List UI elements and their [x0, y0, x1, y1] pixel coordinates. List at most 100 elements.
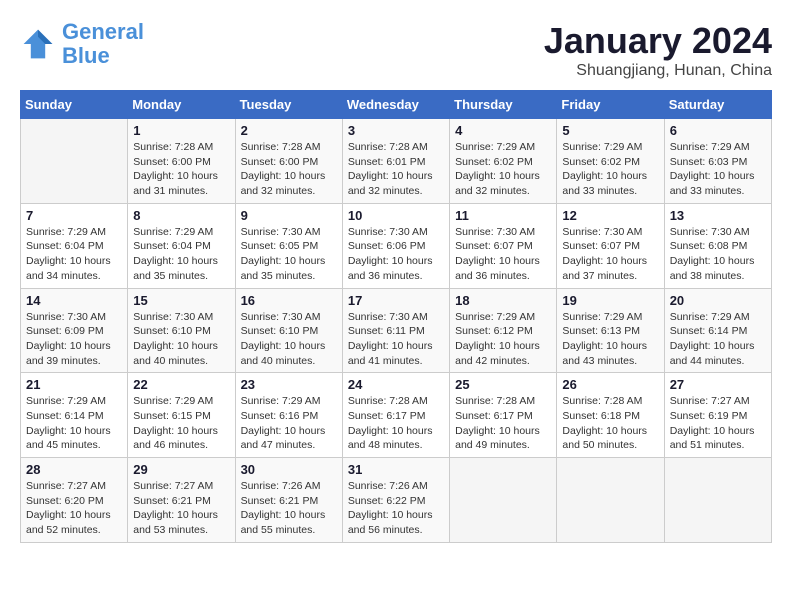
day-info: Sunrise: 7:29 AMSunset: 6:04 PMDaylight:… — [133, 225, 229, 284]
calendar-week-row: 7 Sunrise: 7:29 AMSunset: 6:04 PMDaylight… — [21, 203, 772, 288]
day-info: Sunrise: 7:28 AMSunset: 6:17 PMDaylight:… — [455, 394, 551, 453]
logo: General Blue — [20, 20, 144, 68]
day-number: 27 — [670, 377, 766, 392]
day-number: 28 — [26, 462, 122, 477]
weekday-header-thursday: Thursday — [450, 91, 557, 119]
day-number: 22 — [133, 377, 229, 392]
calendar-cell: 18Sunrise: 7:29 AMSunset: 6:12 PMDayligh… — [450, 288, 557, 373]
logo-line2: Blue — [62, 43, 110, 68]
calendar-table: SundayMondayTuesdayWednesdayThursdayFrid… — [20, 90, 772, 543]
day-number: 16 — [241, 293, 337, 308]
calendar-cell: 9 Sunrise: 7:30 AMSunset: 6:05 PMDaylight… — [235, 203, 342, 288]
weekday-header-sunday: Sunday — [21, 91, 128, 119]
day-number: 15 — [133, 293, 229, 308]
day-number: 30 — [241, 462, 337, 477]
calendar-week-row: 14 Sunrise: 7:30 AMSunset: 6:09 PMDayligh… — [21, 288, 772, 373]
day-number: 13 — [670, 208, 766, 223]
day-number: 17 — [348, 293, 444, 308]
calendar-cell: 28 Sunrise: 7:27 AMSunset: 6:20 PMDayligh… — [21, 458, 128, 543]
day-info: Sunrise: 7:29 AMSunset: 6:12 PMDaylight:… — [455, 310, 551, 369]
day-info: Sunrise: 7:28 AMSunset: 6:00 PMDaylight:… — [241, 140, 337, 199]
weekday-header-monday: Monday — [128, 91, 235, 119]
day-info: Sunrise: 7:26 AMSunset: 6:22 PMDaylight:… — [348, 479, 444, 538]
calendar-cell: 12 Sunrise: 7:30 AMSunset: 6:07 PMDayligh… — [557, 203, 664, 288]
day-number: 20 — [670, 293, 766, 308]
day-number: 1 — [133, 123, 229, 138]
calendar-cell: 10 Sunrise: 7:30 AMSunset: 6:06 PMDayligh… — [342, 203, 449, 288]
calendar-cell: 14 Sunrise: 7:30 AMSunset: 6:09 PMDayligh… — [21, 288, 128, 373]
calendar-week-row: 21Sunrise: 7:29 AMSunset: 6:14 PMDayligh… — [21, 373, 772, 458]
day-number: 31 — [348, 462, 444, 477]
day-info: Sunrise: 7:30 AMSunset: 6:09 PMDaylight:… — [26, 310, 122, 369]
calendar-cell: 5 Sunrise: 7:29 AMSunset: 6:02 PMDaylight… — [557, 119, 664, 204]
calendar-cell: 2 Sunrise: 7:28 AMSunset: 6:00 PMDaylight… — [235, 119, 342, 204]
calendar-cell: 31 Sunrise: 7:26 AMSunset: 6:22 PMDayligh… — [342, 458, 449, 543]
calendar-cell: 26Sunrise: 7:28 AMSunset: 6:18 PMDayligh… — [557, 373, 664, 458]
day-info: Sunrise: 7:28 AMSunset: 6:17 PMDaylight:… — [348, 394, 444, 453]
calendar-week-row: 1 Sunrise: 7:28 AMSunset: 6:00 PMDaylight… — [21, 119, 772, 204]
day-info: Sunrise: 7:29 AMSunset: 6:03 PMDaylight:… — [670, 140, 766, 199]
day-number: 14 — [26, 293, 122, 308]
weekday-header-tuesday: Tuesday — [235, 91, 342, 119]
day-info: Sunrise: 7:30 AMSunset: 6:11 PMDaylight:… — [348, 310, 444, 369]
day-info: Sunrise: 7:29 AMSunset: 6:15 PMDaylight:… — [133, 394, 229, 453]
day-info: Sunrise: 7:29 AMSunset: 6:13 PMDaylight:… — [562, 310, 658, 369]
calendar-cell: 1Sunrise: 7:28 AMSunset: 6:00 PMDaylight… — [128, 119, 235, 204]
calendar-cell: 16 Sunrise: 7:30 AMSunset: 6:10 PMDayligh… — [235, 288, 342, 373]
calendar-cell: 4Sunrise: 7:29 AMSunset: 6:02 PMDaylight… — [450, 119, 557, 204]
day-number: 2 — [241, 123, 337, 138]
day-number: 4 — [455, 123, 551, 138]
calendar-title: January 2024 — [544, 20, 772, 62]
weekday-header-wednesday: Wednesday — [342, 91, 449, 119]
calendar-cell — [557, 458, 664, 543]
day-number: 25 — [455, 377, 551, 392]
weekday-header-friday: Friday — [557, 91, 664, 119]
day-number: 8 — [133, 208, 229, 223]
day-info: Sunrise: 7:30 AMSunset: 6:10 PMDaylight:… — [133, 310, 229, 369]
day-number: 24 — [348, 377, 444, 392]
title-area: January 2024 Shuangjiang, Hunan, China — [544, 20, 772, 80]
logo-line1: General — [62, 19, 144, 44]
calendar-week-row: 28 Sunrise: 7:27 AMSunset: 6:20 PMDayligh… — [21, 458, 772, 543]
calendar-cell: 15 Sunrise: 7:30 AMSunset: 6:10 PMDayligh… — [128, 288, 235, 373]
day-info: Sunrise: 7:30 AMSunset: 6:06 PMDaylight:… — [348, 225, 444, 284]
day-info: Sunrise: 7:28 AMSunset: 6:18 PMDaylight:… — [562, 394, 658, 453]
calendar-cell: 11 Sunrise: 7:30 AMSunset: 6:07 PMDayligh… — [450, 203, 557, 288]
day-number: 10 — [348, 208, 444, 223]
day-number: 11 — [455, 208, 551, 223]
day-info: Sunrise: 7:27 AMSunset: 6:20 PMDaylight:… — [26, 479, 122, 538]
day-info: Sunrise: 7:29 AMSunset: 6:02 PMDaylight:… — [562, 140, 658, 199]
calendar-header: General Blue January 2024 Shuangjiang, H… — [20, 20, 772, 80]
weekday-header-row: SundayMondayTuesdayWednesdayThursdayFrid… — [21, 91, 772, 119]
day-number: 19 — [562, 293, 658, 308]
day-info: Sunrise: 7:26 AMSunset: 6:21 PMDaylight:… — [241, 479, 337, 538]
day-info: Sunrise: 7:30 AMSunset: 6:10 PMDaylight:… — [241, 310, 337, 369]
calendar-cell: 24 Sunrise: 7:28 AMSunset: 6:17 PMDayligh… — [342, 373, 449, 458]
calendar-cell: 25 Sunrise: 7:28 AMSunset: 6:17 PMDayligh… — [450, 373, 557, 458]
calendar-cell: 13Sunrise: 7:30 AMSunset: 6:08 PMDayligh… — [664, 203, 771, 288]
calendar-cell: 22 Sunrise: 7:29 AMSunset: 6:15 PMDayligh… — [128, 373, 235, 458]
calendar-cell: 23Sunrise: 7:29 AMSunset: 6:16 PMDayligh… — [235, 373, 342, 458]
day-number: 7 — [26, 208, 122, 223]
day-info: Sunrise: 7:28 AMSunset: 6:01 PMDaylight:… — [348, 140, 444, 199]
day-info: Sunrise: 7:27 AMSunset: 6:21 PMDaylight:… — [133, 479, 229, 538]
day-info: Sunrise: 7:30 AMSunset: 6:07 PMDaylight:… — [562, 225, 658, 284]
day-info: Sunrise: 7:29 AMSunset: 6:16 PMDaylight:… — [241, 394, 337, 453]
day-info: Sunrise: 7:30 AMSunset: 6:07 PMDaylight:… — [455, 225, 551, 284]
logo-text: General Blue — [62, 20, 144, 68]
calendar-cell: 6Sunrise: 7:29 AMSunset: 6:03 PMDaylight… — [664, 119, 771, 204]
day-number: 12 — [562, 208, 658, 223]
day-number: 29 — [133, 462, 229, 477]
day-info: Sunrise: 7:29 AMSunset: 6:04 PMDaylight:… — [26, 225, 122, 284]
day-number: 3 — [348, 123, 444, 138]
calendar-thead: SundayMondayTuesdayWednesdayThursdayFrid… — [21, 91, 772, 119]
calendar-cell: 19 Sunrise: 7:29 AMSunset: 6:13 PMDayligh… — [557, 288, 664, 373]
day-info: Sunrise: 7:29 AMSunset: 6:14 PMDaylight:… — [670, 310, 766, 369]
calendar-tbody: 1 Sunrise: 7:28 AMSunset: 6:00 PMDaylight… — [21, 119, 772, 543]
calendar-cell — [21, 119, 128, 204]
day-info: Sunrise: 7:30 AMSunset: 6:05 PMDaylight:… — [241, 225, 337, 284]
calendar-cell: 20 Sunrise: 7:29 AMSunset: 6:14 PMDayligh… — [664, 288, 771, 373]
day-info: Sunrise: 7:27 AMSunset: 6:19 PMDaylight:… — [670, 394, 766, 453]
day-number: 5 — [562, 123, 658, 138]
day-number: 9 — [241, 208, 337, 223]
